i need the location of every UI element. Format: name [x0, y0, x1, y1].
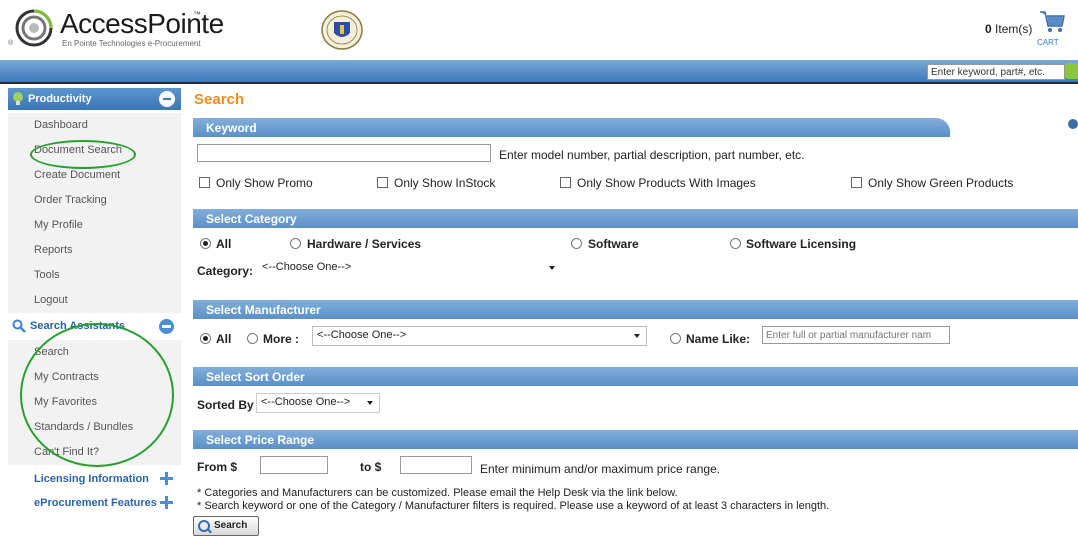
sidebar-item-label: Dashboard	[34, 119, 88, 131]
note-customization: * Categories and Manufacturers can be cu…	[197, 487, 678, 499]
manufacturer-select[interactable]: <--Choose One-->	[312, 326, 647, 346]
category-hardware-label: Hardware / Services	[307, 237, 422, 251]
price-section-header: Select Price Range	[193, 430, 1078, 449]
only-show-promo-checkbox[interactable]	[199, 177, 210, 188]
sidebar-item-label: Tools	[34, 269, 60, 281]
sorted-by-label: Sorted By	[197, 398, 254, 412]
manufacturer-more-radio[interactable]	[247, 333, 258, 344]
page-title: Search	[194, 91, 245, 108]
sidebar-section-licensing[interactable]: Licensing Information	[8, 469, 181, 489]
category-all-radio[interactable]	[200, 238, 211, 249]
category-software-licensing-label: Software Licensing	[746, 237, 857, 251]
category-software-radio[interactable]	[571, 238, 582, 249]
manufacturer-all-label: All	[216, 332, 232, 346]
manufacturer-all-radio[interactable]	[200, 333, 211, 344]
magnifier-icon	[12, 319, 26, 333]
section-title: Select Price Range	[206, 433, 315, 447]
category-hardware-radio[interactable]	[290, 238, 301, 249]
chevron-down-icon	[549, 266, 555, 270]
section-title: Keyword	[206, 121, 257, 135]
annotation-circle	[30, 140, 136, 169]
category-section-header: Select Category	[193, 209, 1078, 228]
category-select-value: <--Choose One-->	[262, 261, 352, 273]
section-title: Select Category	[206, 212, 297, 226]
search-icon	[198, 520, 210, 532]
lightbulb-icon	[13, 92, 23, 105]
sort-select[interactable]: <--Choose One-->	[256, 393, 380, 413]
expand-icon[interactable]	[160, 472, 173, 485]
collapse-icon[interactable]	[159, 91, 175, 107]
only-show-green-checkbox[interactable]	[851, 177, 862, 188]
sidebar-item-label: Create Document	[34, 169, 121, 181]
only-show-images-checkbox[interactable]	[560, 177, 571, 188]
sidebar-item-reports[interactable]: Reports	[8, 238, 181, 264]
go-search-button[interactable]	[1065, 63, 1078, 79]
cart-item-count[interactable]: 0 Item(s)	[985, 22, 1032, 36]
top-navigation-bar	[0, 60, 1078, 84]
sidebar-item-label: Order Tracking	[34, 194, 107, 206]
only-show-promo-label: Only Show Promo	[216, 176, 313, 190]
sidebar-section-eprocurement[interactable]: eProcurement Features	[8, 493, 181, 513]
help-icon[interactable]	[1068, 119, 1078, 129]
only-show-green-label: Only Show Green Products	[868, 176, 1014, 190]
sidebar-item-tools[interactable]: Tools	[8, 263, 181, 289]
only-show-instock-label: Only Show InStock	[394, 176, 496, 190]
note-requirement: * Search keyword or one of the Category …	[197, 500, 830, 512]
sidebar-item-label: Reports	[34, 244, 73, 256]
price-from-label: From $	[197, 460, 238, 474]
annotation-circle	[20, 323, 174, 467]
sidebar-section-productivity[interactable]: Productivity	[8, 88, 181, 110]
sidebar-section-label: Licensing Information	[34, 473, 149, 485]
sidebar-section-label: Productivity	[28, 93, 92, 105]
only-show-instock-checkbox[interactable]	[377, 177, 388, 188]
section-title: Select Manufacturer	[206, 303, 321, 317]
sidebar-section-label: eProcurement Features	[34, 497, 157, 509]
cart-label[interactable]: CART	[1037, 38, 1059, 47]
chevron-down-icon	[634, 334, 640, 338]
section-title: Select Sort Order	[206, 370, 305, 384]
search-button-label: Search	[214, 520, 248, 531]
shopping-cart-icon[interactable]	[1038, 8, 1066, 36]
manufacturer-select-value: <--Choose One-->	[317, 329, 407, 341]
category-all-label: All	[216, 237, 232, 251]
manufacturer-more-label: More :	[263, 332, 299, 346]
state-seal-icon	[321, 10, 363, 50]
keyword-search-input[interactable]	[927, 64, 1065, 80]
sort-section-header: Select Sort Order	[193, 367, 1078, 386]
sort-select-value: <--Choose One-->	[261, 396, 351, 408]
keyword-section-header: Keyword	[193, 118, 950, 137]
manufacturer-name-input[interactable]	[762, 326, 950, 344]
sidebar-item-label: Logout	[34, 294, 68, 306]
only-show-images-label: Only Show Products With Images	[577, 176, 756, 190]
search-button[interactable]: Search	[193, 516, 259, 536]
category-select[interactable]: <--Choose One-->	[258, 259, 561, 277]
keyword-input[interactable]	[197, 144, 491, 162]
price-hint: Enter minimum and/or maximum price range…	[480, 462, 721, 476]
header: ® AccessPointe ™ En Pointe Technologies …	[0, 0, 1078, 58]
trademark-mark: ™	[193, 10, 201, 19]
manufacturer-name-like-label: Name Like:	[686, 332, 751, 346]
price-to-label: to $	[360, 460, 382, 474]
cart-count-value: 0	[985, 22, 992, 36]
logo-subtitle: En Pointe Technologies e-Procurement	[62, 39, 201, 48]
keyword-hint: Enter model number, partial description,…	[499, 148, 805, 162]
manufacturer-name-like-radio[interactable]	[670, 333, 681, 344]
manufacturer-section-header: Select Manufacturer	[193, 300, 1078, 319]
price-to-input[interactable]	[400, 456, 472, 474]
chevron-down-icon	[367, 401, 373, 405]
sidebar-item-dashboard[interactable]: Dashboard	[8, 113, 181, 139]
sidebar-item-order-tracking[interactable]: Order Tracking	[8, 188, 181, 214]
accesspointe-logo-icon[interactable]	[14, 8, 54, 48]
sidebar-item-my-profile[interactable]: My Profile	[8, 213, 181, 239]
expand-icon[interactable]	[160, 496, 173, 509]
sidebar-item-label: My Profile	[34, 219, 83, 231]
category-label: Category:	[197, 264, 254, 278]
collapse-icon[interactable]	[159, 319, 174, 334]
cart-items-label: Item(s)	[995, 22, 1033, 36]
category-software-label: Software	[588, 237, 639, 251]
sidebar-item-logout[interactable]: Logout	[8, 288, 181, 314]
registered-mark: ®	[8, 40, 14, 47]
price-from-input[interactable]	[260, 456, 328, 474]
category-software-licensing-radio[interactable]	[730, 238, 741, 249]
